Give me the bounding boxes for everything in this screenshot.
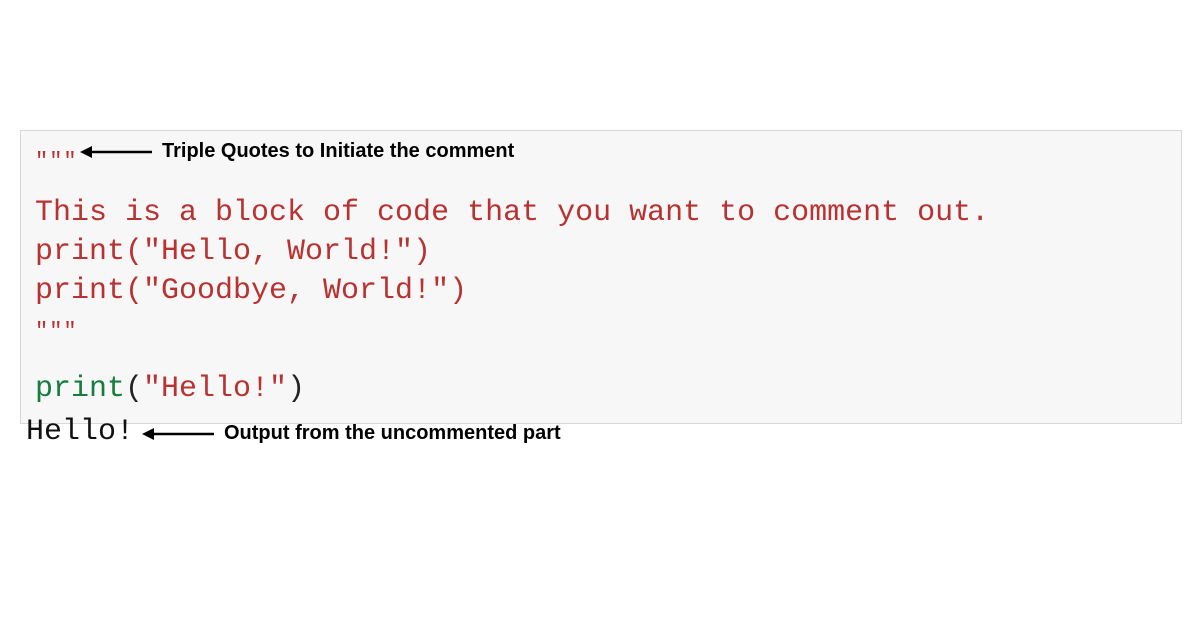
close-triple-quote: """ [35,311,1167,350]
triple-quote-close: """ [35,319,78,344]
annotation-top-label: Triple Quotes to Initiate the comment [162,140,514,163]
arrow-left-icon [142,426,214,442]
docstring-line-3: print("Goodbye, World!") [35,272,1167,311]
string-literal: "Hello!" [143,372,287,406]
close-paren: ) [287,372,305,406]
code-block: """ This is a block of code that you wan… [20,130,1182,424]
arrow-left-icon [80,144,152,160]
print-keyword: print [35,372,125,406]
output-text: Hello! [26,415,134,449]
open-paren: ( [125,372,143,406]
docstring-line-2: print("Hello, World!") [35,233,1167,272]
annotation-bottom-label: Output from the uncommented part [224,422,561,445]
annotation-top: Triple Quotes to Initiate the comment [80,140,514,163]
triple-quote-open: """ [35,149,78,174]
annotation-bottom: Output from the uncommented part [142,422,561,445]
docstring-line-1: This is a block of code that you want to… [35,194,1167,233]
executable-line: print("Hello!") [35,370,1167,409]
